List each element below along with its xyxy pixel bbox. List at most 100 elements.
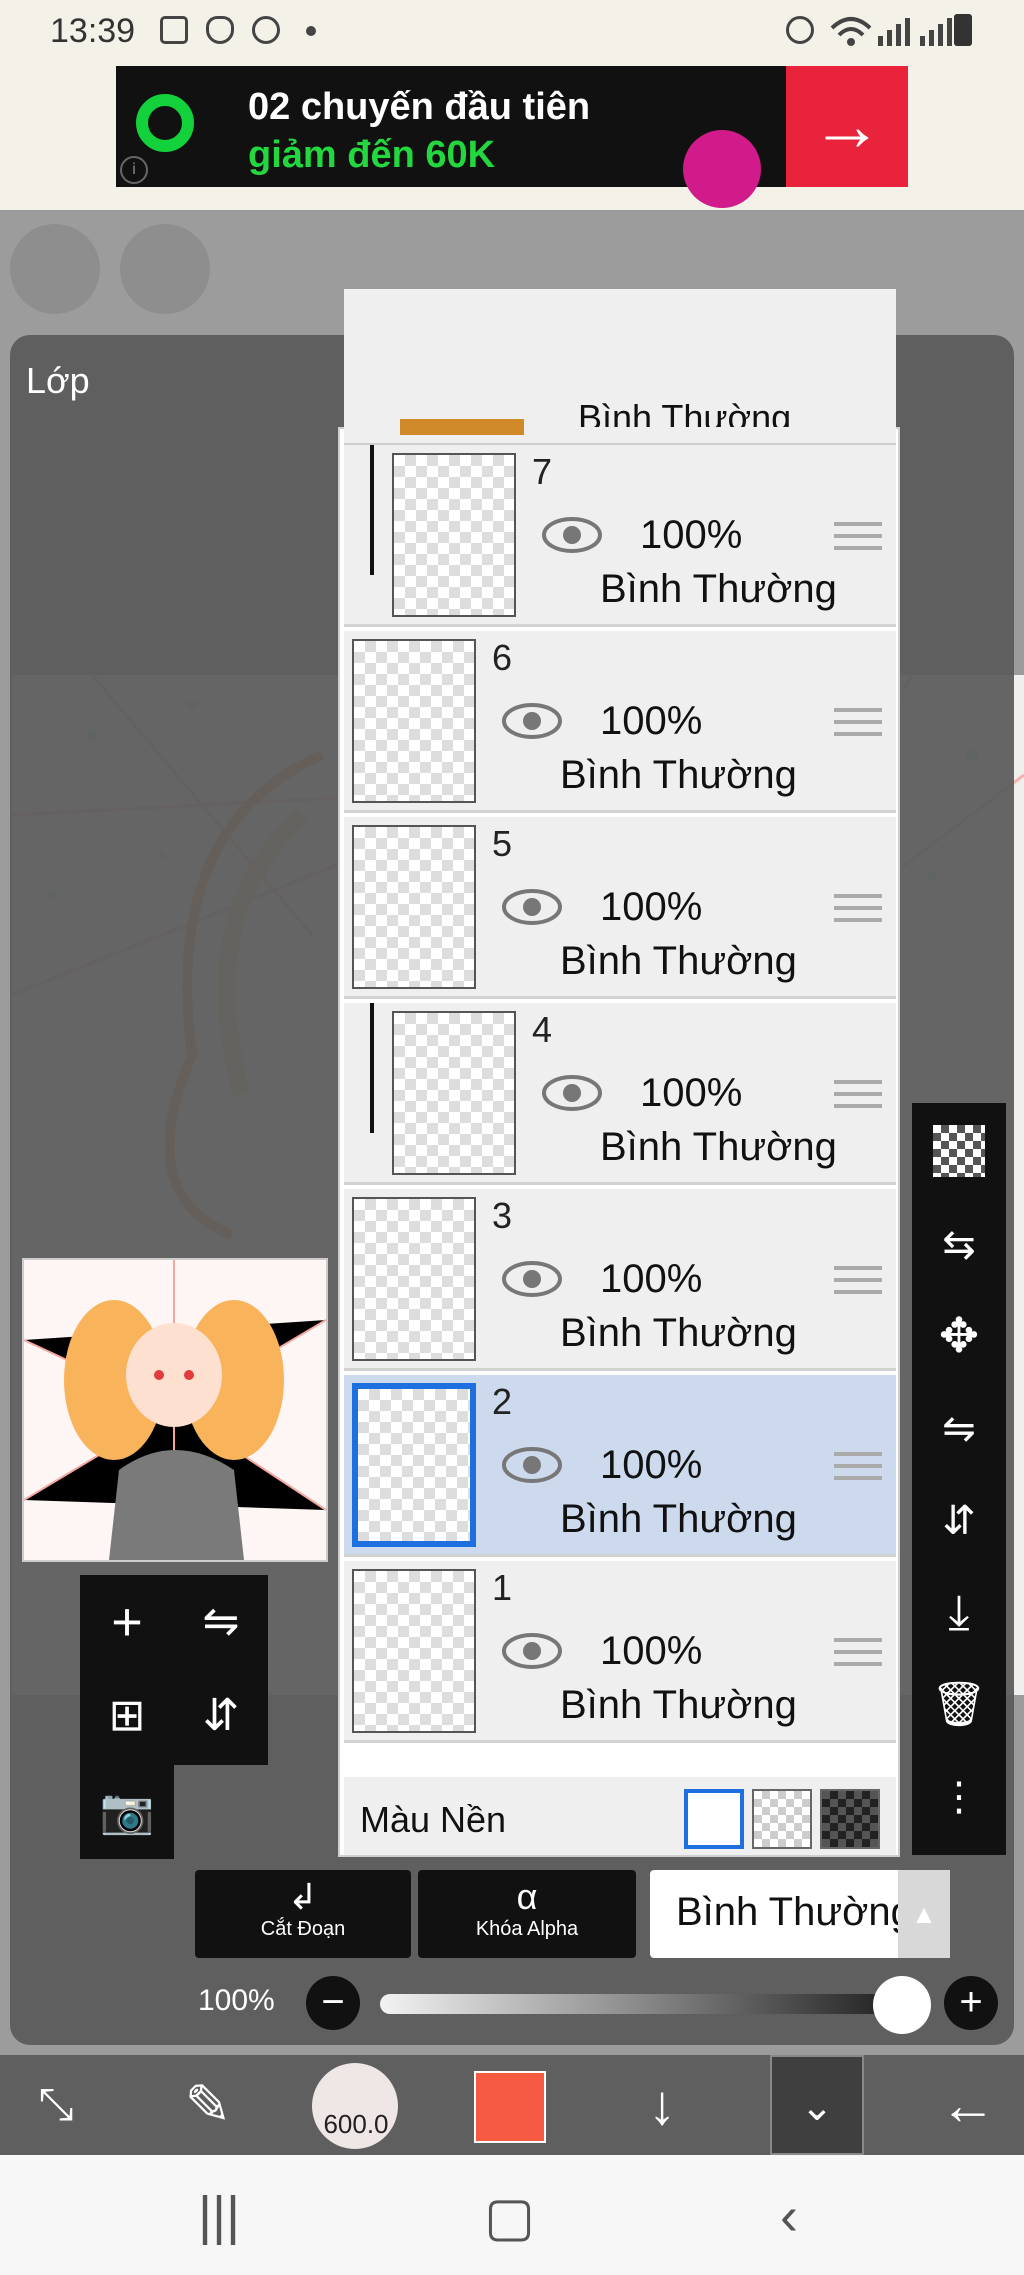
layer-opacity: 100% [600, 885, 703, 929]
layer-thumbnail[interactable] [392, 1011, 516, 1175]
add-layer-icon[interactable]: + [80, 1575, 174, 1669]
eye-icon[interactable] [502, 703, 562, 739]
drag-handle-icon[interactable] [834, 1075, 882, 1115]
brush-icon[interactable]: ✎ [166, 2055, 250, 2155]
drag-handle-icon[interactable] [834, 703, 882, 743]
clipping-button[interactable]: ↲ Cắt Đoạn [195, 1870, 411, 1958]
ad-headline: 02 chuyến đầu tiên [248, 86, 591, 128]
layer-thumbnail[interactable] [352, 639, 476, 803]
layer-tools-bar: ⇆ ✥ ⇋ ⇵ ⤓ 🗑 ⋮ [912, 1103, 1006, 1855]
drag-handle-icon[interactable] [834, 517, 882, 557]
color-button[interactable] [474, 2055, 546, 2155]
alarm-icon [786, 16, 814, 44]
back-arrow-icon[interactable]: ← [926, 2055, 1010, 2155]
eye-icon[interactable] [542, 1075, 602, 1111]
eye-icon[interactable] [502, 1633, 562, 1669]
layer-row-partial[interactable]: Bình Thường [344, 289, 896, 445]
add-layer-copy-icon[interactable]: ⊞ [80, 1669, 174, 1763]
system-nav-bar: ||| ▢ ‹ [0, 2155, 1024, 2275]
eye-icon[interactable] [502, 1261, 562, 1297]
back-icon[interactable]: ‹ [780, 2185, 798, 2247]
eye-icon[interactable] [502, 1447, 562, 1483]
layer-blend-mode: Bình Thường [560, 1683, 797, 1727]
layer-thumbnail[interactable] [352, 825, 476, 989]
quick-tools: + ⇋ ⊞ ⇵ [80, 1575, 268, 1765]
ad-banner[interactable]: 02 chuyến đầu tiên giảm đến 60K → i [116, 66, 908, 208]
current-color-swatch [474, 2071, 546, 2143]
arrow-down-icon[interactable]: ↓ [620, 2055, 704, 2155]
flip-vertical-icon[interactable]: ⇵ [929, 1491, 989, 1551]
opacity-plus-button[interactable]: + [944, 1976, 998, 2030]
layer-row[interactable]: 1 100% Bình Thường [344, 1561, 896, 1743]
background-transparent-swatch[interactable] [752, 1789, 812, 1849]
layer-row[interactable]: 5 100% Bình Thường [344, 817, 896, 999]
drag-handle-icon[interactable] [834, 889, 882, 929]
rotate-flip-icon[interactable]: ⇋ [174, 1575, 268, 1669]
eye-icon[interactable] [542, 517, 602, 553]
main-toolbar: ⤡ ✎ 600.0 ↓ ⌄ ← [0, 2055, 1024, 2155]
top-buttons [0, 220, 300, 320]
drag-handle-icon[interactable] [834, 1633, 882, 1673]
opacity-label: 100% [198, 1984, 275, 2017]
merge-down-icon[interactable]: ⤓ [929, 1583, 989, 1643]
background-row: Màu Nền [344, 1777, 896, 1855]
home-icon[interactable]: ▢ [484, 2185, 535, 2248]
opacity-slider[interactable] [380, 1994, 910, 2014]
redo-button[interactable] [120, 224, 210, 314]
opacity-slider-knob[interactable] [873, 1976, 931, 2034]
drag-handle-icon[interactable] [834, 1261, 882, 1301]
layer-thumbnail[interactable] [352, 1383, 476, 1547]
layer-number: 7 [532, 451, 553, 492]
layer-row[interactable]: 4 100% Bình Thường [344, 1003, 896, 1185]
more-options-icon[interactable]: ⋮ [929, 1767, 989, 1827]
alpha-lock-button[interactable]: α Khóa Alpha [418, 1870, 636, 1958]
move-icon[interactable]: ✥ [929, 1307, 989, 1367]
layer-list[interactable]: Bình Thường 7 100% Bình Thường 6 100% Bình Th… [338, 289, 900, 1857]
layer-blend-mode: Bình Thường [600, 567, 837, 611]
brush-size-button[interactable]: 600.0 [306, 2055, 406, 2155]
clipping-icon: ↲ [287, 1876, 319, 1917]
layer-row[interactable]: 7 100% Bình Thường [344, 445, 896, 627]
flip-horizontal-icon[interactable]: ⇋ [929, 1399, 989, 1459]
opacity-minus-button[interactable]: − [306, 1976, 360, 2030]
status-bar: 13:39 [0, 0, 1024, 64]
layer-thumbnail [400, 419, 524, 435]
transparency-icon[interactable] [933, 1125, 985, 1177]
signal-icon [876, 16, 912, 46]
notification-dot-icon [306, 26, 316, 36]
background-dark-swatch[interactable] [820, 1789, 880, 1849]
canvas-preview[interactable] [22, 1258, 328, 1562]
background-label: Màu Nền [360, 1799, 507, 1840]
camera-icon[interactable]: 📷 [80, 1765, 174, 1859]
eye-icon[interactable] [502, 889, 562, 925]
layer-row[interactable]: 3 100% Bình Thường [344, 1189, 896, 1371]
ad-info-icon[interactable]: i [120, 156, 148, 184]
drag-handle-icon[interactable] [834, 1447, 882, 1487]
ad-logo-icon [136, 94, 194, 152]
layers-button[interactable]: ⌄ [770, 2055, 864, 2155]
select-layer-icon[interactable]: ⇆ [929, 1215, 989, 1275]
layer-thumbnail[interactable] [352, 1569, 476, 1733]
layer-number: 6 [492, 637, 513, 678]
layer-thumbnail[interactable] [392, 453, 516, 617]
recent-apps-icon[interactable]: ||| [198, 2185, 240, 2247]
layer-row[interactable]: 2 100% Bình Thường [344, 1375, 896, 1557]
blend-mode-select[interactable]: Bình Thường ▲ [650, 1870, 950, 1958]
layer-blend-mode: Bình Thường [560, 1497, 797, 1541]
undo-button[interactable] [10, 224, 100, 314]
layer-number: 2 [492, 1381, 513, 1422]
trash-icon[interactable]: 🗑 [929, 1675, 989, 1735]
layer-thumbnail[interactable] [352, 1197, 476, 1361]
background-white-swatch[interactable] [684, 1789, 744, 1849]
layer-number: 3 [492, 1195, 513, 1236]
shield-icon [206, 16, 234, 44]
clipping-label: Cắt Đoạn [260, 1918, 346, 1940]
ad-arrow-icon[interactable]: → [786, 66, 908, 187]
clip-indicator-icon [370, 445, 374, 575]
flip-vertical-tool-icon[interactable]: ⇵ [174, 1669, 268, 1763]
tool-switch-icon[interactable]: ⤡ [14, 2055, 98, 2155]
signal-icon-2 [918, 16, 954, 46]
wifi-icon [828, 14, 874, 48]
layer-row[interactable]: 6 100% Bình Thường [344, 631, 896, 813]
layer-number: 5 [492, 823, 513, 864]
